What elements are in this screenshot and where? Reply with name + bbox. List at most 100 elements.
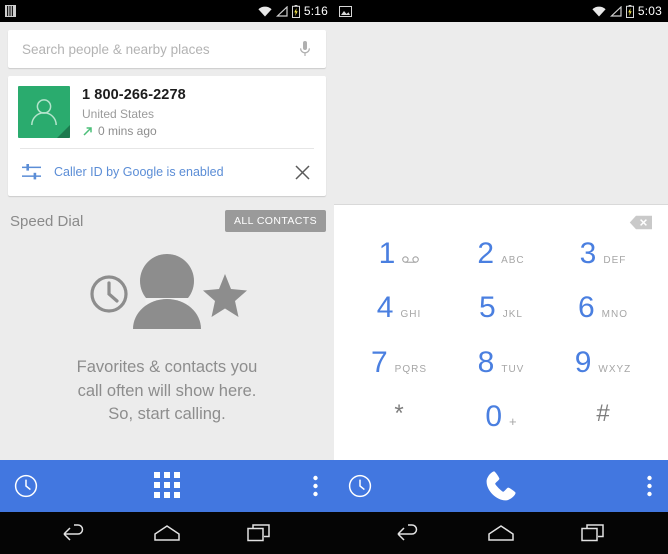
key-digit: 8	[477, 345, 495, 379]
page-title: Speed Dial	[10, 212, 84, 230]
close-icon[interactable]	[290, 160, 314, 184]
home-icon[interactable]	[146, 518, 188, 548]
recents-clock-icon[interactable]	[348, 474, 372, 498]
right-navigation-bar	[334, 512, 668, 554]
search-input[interactable]	[22, 41, 294, 57]
caller-id-text: Caller ID by Google is enabled	[54, 165, 224, 179]
speed-dial-empty-state: Favorites & contacts you call often will…	[0, 242, 334, 460]
key-letters: PQRS	[394, 363, 428, 375]
key-digit: 3	[579, 237, 597, 270]
key-letters: GHI	[400, 309, 422, 321]
back-arrow-icon[interactable]	[53, 518, 95, 548]
left-phone-screen: 5:16 Search people & nearby places 1 800…	[0, 0, 334, 554]
status-bar-right-icons: 5:03	[592, 4, 662, 18]
outgoing-call-arrow-icon	[83, 126, 92, 136]
signal-icon	[609, 5, 622, 17]
voicemail-icon	[395, 256, 420, 263]
overflow-menu-icon[interactable]	[313, 475, 318, 497]
dialpad-keys: 1 2 ABC 3 DEF 4 GHI 5 JKL 6 MNO 7 PQRS 8…	[334, 239, 668, 460]
status-bar: 5:16	[0, 0, 334, 22]
dialpad-key-3[interactable]: 3 DEF	[552, 239, 654, 293]
tune-sliders-icon	[22, 164, 41, 180]
empty-state-text: Favorites & contacts you call often will…	[77, 356, 258, 426]
dialpad-key-4[interactable]: 4 GHI	[348, 293, 450, 347]
person-icon	[133, 254, 201, 330]
contact-card-section: 1 800-266-2278 United States 0 mins ago	[0, 68, 334, 196]
dialpad-key-star[interactable]: *	[348, 399, 450, 456]
contact-card[interactable]: 1 800-266-2278 United States 0 mins ago	[8, 76, 326, 196]
back-arrow-icon[interactable]	[387, 518, 429, 548]
dialpad-key-5[interactable]: 5 JKL	[450, 293, 552, 347]
dialpad-key-9[interactable]: 9 WXYZ	[552, 345, 654, 402]
key-letters: ABC	[501, 255, 525, 266]
key-letters: JKL	[502, 309, 523, 321]
contact-country: United States	[82, 107, 155, 121]
star-icon	[203, 274, 247, 318]
key-digit: 2	[477, 237, 495, 270]
status-bar-left-icons	[5, 5, 16, 17]
dialpad-key-6[interactable]: 6 MNO	[552, 293, 654, 347]
dialpad-key-8[interactable]: 8 TUV	[450, 345, 552, 402]
screenshot-image-icon	[339, 5, 352, 17]
key-letters: TUV	[501, 363, 525, 375]
sim-card-icon	[5, 5, 16, 17]
caller-id-row[interactable]: Caller ID by Google is enabled	[8, 149, 326, 196]
contact-call-time: 0 mins ago	[98, 124, 157, 138]
status-bar-clock: 5:16	[303, 4, 328, 18]
recents-square-icon[interactable]	[239, 518, 281, 548]
avatar-corner-fold	[57, 125, 70, 138]
empty-state-line-1: Favorites & contacts you	[76, 358, 258, 377]
home-icon[interactable]	[480, 518, 522, 548]
speed-dial-header: Speed Dial ALL CONTACTS	[0, 196, 334, 242]
left-action-bar	[0, 460, 334, 512]
dialpad-icon[interactable]	[154, 472, 180, 500]
microphone-icon[interactable]	[294, 37, 316, 61]
left-navigation-bar	[0, 512, 334, 554]
avatar[interactable]	[18, 86, 70, 138]
contact-phone-number: 1 800-266-2278	[82, 87, 186, 103]
key-digit: *	[394, 399, 404, 427]
contact-call-time-row: 0 mins ago	[82, 124, 186, 138]
overflow-menu-icon[interactable]	[647, 475, 652, 497]
key-digit: 9	[574, 345, 592, 379]
dialpad-key-1[interactable]: 1	[348, 239, 450, 293]
recents-clock-icon[interactable]	[14, 474, 38, 498]
dialpad-key-2[interactable]: 2 ABC	[450, 239, 552, 293]
wifi-icon	[592, 6, 606, 17]
contact-card-main-row[interactable]: 1 800-266-2278 United States 0 mins ago	[8, 76, 326, 148]
key-letters: MNO	[601, 309, 629, 321]
dialpad-panel: 1 2 ABC 3 DEF 4 GHI 5 JKL 6 MNO 7 PQRS 8…	[334, 205, 668, 460]
key-letters: WXYZ	[598, 363, 632, 375]
status-bar: 5:03	[334, 0, 668, 22]
key-letters: +	[509, 413, 517, 429]
key-letters: DEF	[603, 255, 627, 266]
recents-square-icon[interactable]	[573, 518, 615, 548]
contact-card-info: 1 800-266-2278 United States 0 mins ago	[70, 86, 186, 138]
status-bar-clock: 5:03	[637, 4, 662, 18]
dialpad-key-7[interactable]: 7 PQRS	[348, 345, 450, 402]
battery-charging-icon	[625, 4, 634, 18]
key-digit: 6	[577, 291, 595, 325]
dialpad-key-0[interactable]: 0 +	[450, 399, 552, 456]
dialpad-key-hash[interactable]: #	[552, 401, 654, 456]
key-digit: 0	[485, 399, 503, 433]
status-bar-right-icons: 5:16	[258, 4, 328, 18]
call-log-pane[interactable]	[334, 22, 668, 205]
dialed-number-row[interactable]	[334, 205, 668, 239]
key-digit: 7	[370, 345, 388, 379]
empty-state-line-2: call often will show here.	[77, 381, 257, 400]
right-phone-screen: 5:03 1 2 ABC 3 DEF 4 GHI 5 JKL 6 MNO 7 P…	[334, 0, 668, 554]
empty-state-line-3: So, start calling.	[108, 405, 226, 424]
battery-charging-icon	[291, 4, 300, 18]
all-contacts-button[interactable]: ALL CONTACTS	[225, 210, 326, 232]
clock-icon	[90, 275, 128, 313]
key-digit: 1	[378, 237, 396, 270]
right-action-bar	[334, 460, 668, 512]
key-digit: 4	[376, 291, 394, 325]
dual-screenshot-container: 5:16 Search people & nearby places 1 800…	[0, 0, 668, 554]
search-section	[0, 22, 334, 68]
backspace-icon[interactable]	[628, 214, 654, 231]
empty-state-illustration	[87, 251, 247, 334]
search-bar[interactable]	[8, 30, 326, 68]
phone-call-icon[interactable]	[483, 468, 519, 504]
